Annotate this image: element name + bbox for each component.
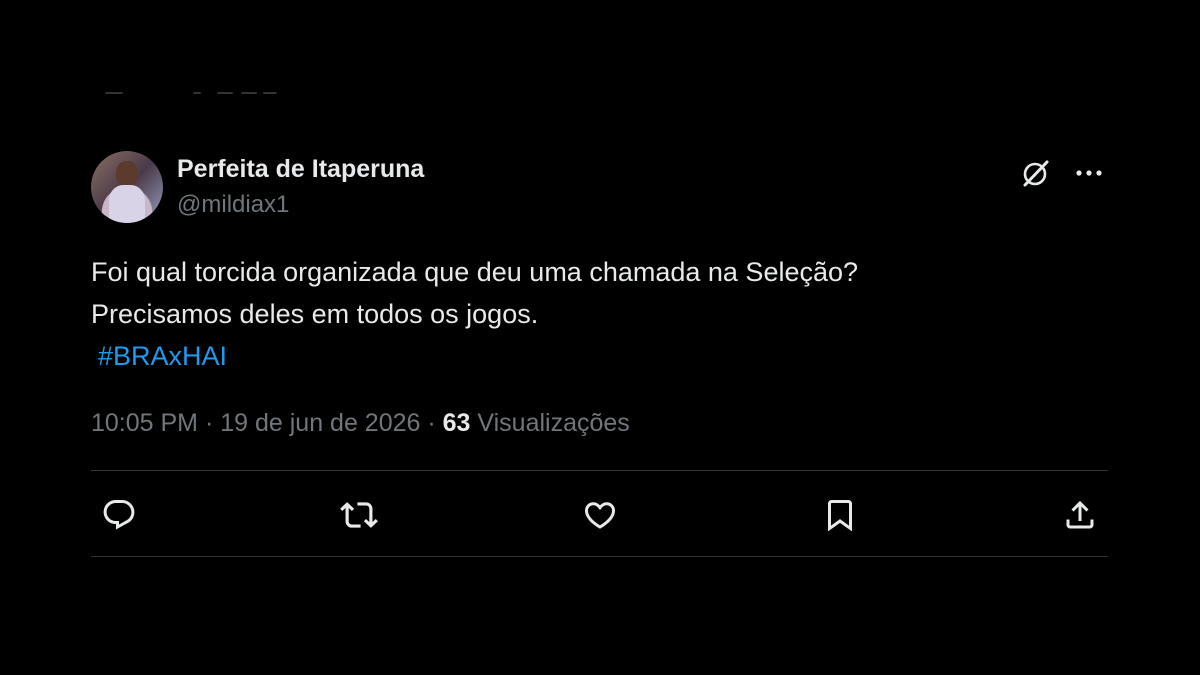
meta-separator: · — [198, 409, 221, 437]
tweet-text: Foi qual torcida organizada que deu uma … — [91, 251, 1091, 377]
reply-button[interactable] — [99, 495, 139, 535]
previous-tweet-stub — [105, 88, 277, 96]
reply-icon — [103, 500, 135, 530]
bookmark-button[interactable] — [820, 495, 860, 535]
grok-icon[interactable] — [1018, 155, 1054, 191]
retweet-icon — [340, 502, 378, 528]
tweet-date[interactable]: 19 de jun de 2026 — [220, 409, 420, 437]
action-bar — [91, 472, 1108, 556]
meta-separator: · — [420, 409, 443, 437]
views-label[interactable]: Visualizações — [470, 409, 629, 437]
header-actions — [1018, 155, 1108, 191]
avatar-body — [109, 185, 145, 223]
like-icon — [584, 502, 616, 529]
bookmark-icon — [828, 500, 852, 532]
avatar[interactable] — [91, 151, 163, 223]
tweet-line-2: Precisamos deles em todos os jogos. — [91, 299, 539, 329]
divider-top — [91, 470, 1108, 471]
retweet-button[interactable] — [339, 495, 379, 535]
views-count[interactable]: 63 — [443, 409, 471, 437]
share-icon — [1066, 500, 1094, 529]
author-display-name[interactable]: Perfeita de Itaperuna — [177, 153, 424, 185]
tweet-time[interactable]: 10:05 PM — [91, 409, 198, 437]
avatar-face — [116, 161, 138, 187]
like-button[interactable] — [580, 495, 620, 535]
more-icon[interactable] — [1072, 155, 1108, 191]
divider-bottom — [91, 556, 1108, 557]
author-names: Perfeita de Itaperuna @mildiax1 — [177, 153, 424, 221]
tweet-meta: 10:05 PM · 19 de jun de 2026 · 63 Visual… — [91, 405, 630, 441]
author-handle[interactable]: @mildiax1 — [177, 189, 424, 221]
share-button[interactable] — [1060, 495, 1100, 535]
tweet-header: Perfeita de Itaperuna @mildiax1 — [91, 151, 1108, 223]
tweet-line-1: Foi qual torcida organizada que deu uma … — [91, 257, 859, 287]
hashtag-link[interactable]: #BRAxHAI — [98, 335, 227, 377]
